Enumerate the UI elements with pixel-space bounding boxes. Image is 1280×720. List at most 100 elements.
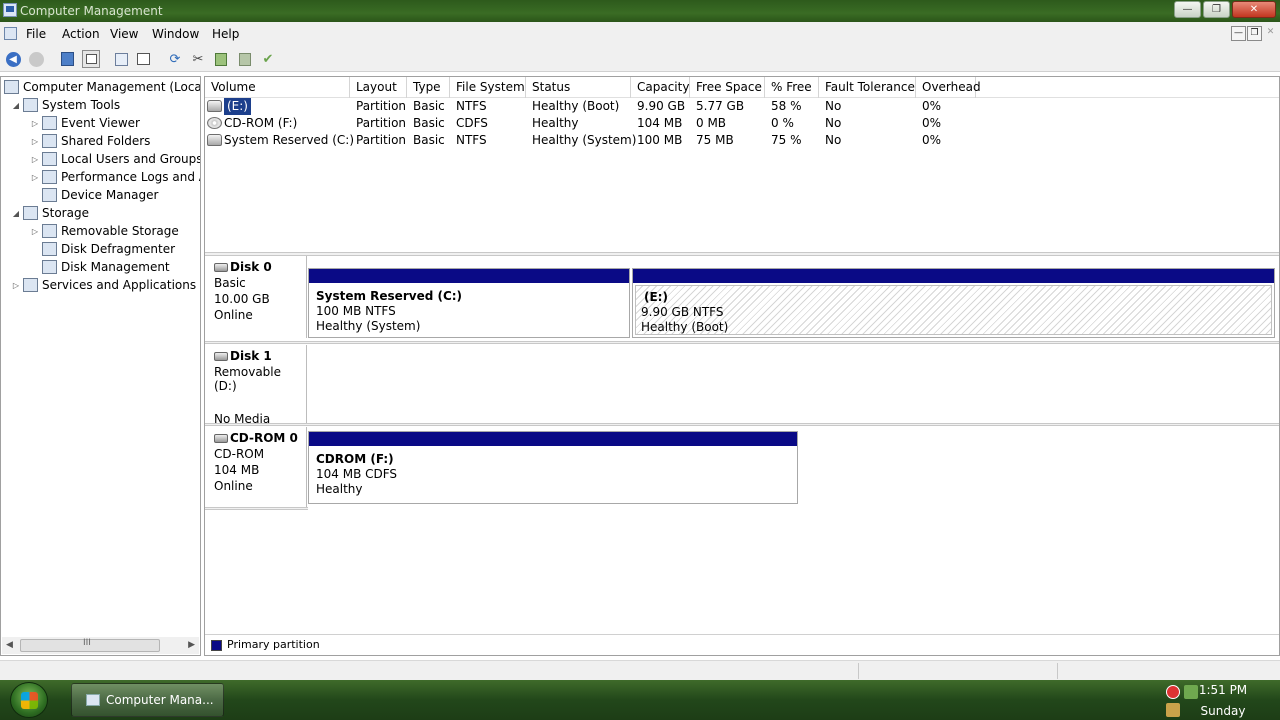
tree-node-icon — [42, 134, 57, 148]
properties-icon — [136, 53, 150, 65]
menu-file[interactable]: File — [26, 27, 46, 41]
partition-status: Healthy (Boot) — [641, 320, 729, 334]
cell-fault-tolerance: No — [825, 99, 842, 113]
expand-arrow-icon[interactable]: ◢ — [11, 209, 21, 218]
rescan-button[interactable] — [212, 50, 230, 68]
column-header-capacity[interactable]: Capacity — [631, 77, 690, 98]
disk-0-label[interactable]: Disk 0 Basic 10.00 GB Online — [205, 256, 307, 338]
tree-node-icon — [42, 260, 57, 274]
disk-status: Online — [214, 479, 253, 493]
disk-map: Disk 0 Basic 10.00 GB Online System Rese… — [205, 256, 1279, 636]
mdi-restore-button[interactable]: ❐ — [1247, 26, 1262, 41]
clock-time[interactable]: 1:51 PM — [1188, 683, 1258, 697]
cell-capacity: 100 MB — [637, 133, 683, 147]
expand-arrow-icon[interactable]: ▷ — [30, 137, 40, 146]
show-hide-tree-button[interactable] — [82, 50, 100, 68]
minimize-button[interactable]: — — [1174, 1, 1201, 18]
column-header-file-system[interactable]: File System — [450, 77, 526, 98]
check-icon: ✔ — [262, 51, 274, 67]
partition-size: 100 MB NTFS — [316, 304, 396, 318]
properties-button[interactable] — [134, 50, 152, 68]
scroll-right-arrow-icon[interactable]: ▶ — [188, 640, 195, 650]
title-bar: Computer Management — ❐ ✕ — [0, 0, 1280, 22]
up-level-button[interactable] — [58, 50, 76, 68]
expand-arrow-icon[interactable]: ▷ — [30, 119, 40, 128]
expand-arrow-icon[interactable]: ▷ — [30, 173, 40, 182]
speaker-icon[interactable] — [1166, 703, 1180, 717]
status-separator — [858, 663, 859, 679]
column-header-overhead[interactable]: Overhead — [916, 77, 981, 98]
partition-size: 9.90 GB NTFS — [641, 305, 724, 319]
tree-item-event-viewer[interactable]: ▷ Event Viewer — [30, 114, 140, 132]
security-alert-icon[interactable] — [1166, 685, 1180, 699]
column-header-volume[interactable]: Volume — [205, 77, 350, 98]
tree-item-system-tools[interactable]: ◢ System Tools — [11, 96, 120, 114]
tree-item-label: Device Manager — [61, 188, 159, 202]
tree-item-removable-storage[interactable]: ▷ Removable Storage — [30, 222, 179, 240]
expand-arrow-icon[interactable]: ▷ — [11, 281, 21, 290]
maximize-button[interactable]: ❐ — [1203, 1, 1230, 18]
scroll-left-arrow-icon[interactable]: ◀ — [6, 640, 13, 650]
menu-help[interactable]: Help — [212, 27, 239, 41]
column-header--free[interactable]: % Free — [765, 77, 819, 98]
tree-item-disk-defragmenter[interactable]: Disk Defragmenter — [30, 240, 175, 258]
back-button[interactable]: ◀ — [4, 50, 22, 68]
tree-horizontal-scrollbar[interactable]: ◀ III ▶ — [2, 637, 199, 654]
clock-day[interactable]: Sunday — [1188, 704, 1258, 718]
partition-system-reserved[interactable]: System Reserved (C:) 100 MB NTFS Healthy… — [308, 268, 630, 338]
column-header-free-space[interactable]: Free Space — [690, 77, 765, 98]
tree-item-device-manager[interactable]: Device Manager — [30, 186, 158, 204]
expand-arrow-icon[interactable]: ▷ — [30, 227, 40, 236]
partition-cdrom-f[interactable]: CDROM (F:) 104 MB CDFS Healthy — [308, 431, 798, 504]
console-tree: Computer Management (Local) ◢ System Tool… — [0, 76, 201, 656]
cdrom-icon — [207, 117, 222, 129]
expand-arrow-icon[interactable]: ▷ — [30, 155, 40, 164]
mdi-minimize-button[interactable]: — — [1231, 26, 1246, 41]
tree-item-shared-folders[interactable]: ▷ Shared Folders — [30, 132, 150, 150]
tree-item-services-and-applications[interactable]: ▷ Services and Applications — [11, 276, 196, 294]
column-header-type[interactable]: Type — [407, 77, 450, 98]
column-header-fault-tolerance[interactable]: Fault Tolerance — [819, 77, 916, 98]
tree-item-disk-management[interactable]: Disk Management — [30, 258, 170, 276]
expand-arrow-icon[interactable]: ◢ — [11, 101, 21, 110]
cell-capacity: 9.90 GB — [637, 99, 686, 113]
forward-button[interactable] — [27, 50, 45, 68]
menu-window[interactable]: Window — [152, 27, 199, 41]
disk-button[interactable] — [236, 50, 254, 68]
cell-type: Basic — [413, 133, 445, 147]
tree-item-storage[interactable]: ◢ Storage — [11, 204, 89, 222]
refresh-button[interactable]: ⟳ — [166, 50, 184, 68]
cdrom-0-label[interactable]: CD-ROM 0 CD-ROM 104 MB Online — [205, 427, 307, 507]
start-button[interactable] — [10, 682, 48, 718]
scroll-thumb[interactable]: III — [20, 638, 160, 652]
close-button[interactable]: ✕ — [1232, 1, 1276, 18]
cell-overhead: 0% — [922, 116, 942, 130]
disk-1-label[interactable]: Disk 1 Removable (D:) No Media — [205, 345, 307, 426]
column-header-layout[interactable]: Layout — [350, 77, 407, 98]
partition-e[interactable]: (E:) 9.90 GB NTFS Healthy (Boot) — [632, 268, 1275, 338]
tree-item-performance-logs-and-a[interactable]: ▷ Performance Logs and A — [30, 168, 200, 186]
menu-action[interactable]: Action — [62, 27, 100, 41]
mdi-close-button[interactable]: ✕ — [1263, 26, 1278, 41]
tree-item-root[interactable]: Computer Management (Local) — [4, 78, 200, 96]
volume-row[interactable]: System Reserved (C:) Partition Basic NTFS He… — [205, 132, 1279, 149]
volume-row[interactable]: (E:) Partition Basic NTFS Healthy (Boot) 9.90… — [205, 98, 1279, 115]
column-header-status[interactable]: Status — [526, 77, 631, 98]
check-button[interactable]: ✔ — [259, 50, 277, 68]
cell-layout: Partition — [356, 99, 407, 113]
settings-button[interactable]: ✂ — [189, 50, 207, 68]
mmc-icon[interactable] — [4, 27, 17, 40]
disk-status: Online — [214, 308, 253, 322]
tree-item-local-users-and-groups[interactable]: ▷ Local Users and Groups — [30, 150, 201, 168]
thumb-grip: III — [83, 638, 91, 648]
window-title: Computer Management — [20, 4, 163, 18]
menu-view[interactable]: View — [110, 27, 138, 41]
cell-type: Basic — [413, 99, 445, 113]
cell-layout: Partition — [356, 116, 407, 130]
taskbar-app-computer-management[interactable]: Computer Mana... — [71, 683, 224, 717]
help-button[interactable] — [112, 50, 130, 68]
folder-up-icon — [60, 52, 74, 66]
cell-volume: System Reserved (C:) — [224, 133, 355, 147]
tree-item-label: Local Users and Groups — [61, 152, 201, 166]
volume-row[interactable]: CD-ROM (F:) Partition Basic CDFS Healthy 104 … — [205, 115, 1279, 132]
